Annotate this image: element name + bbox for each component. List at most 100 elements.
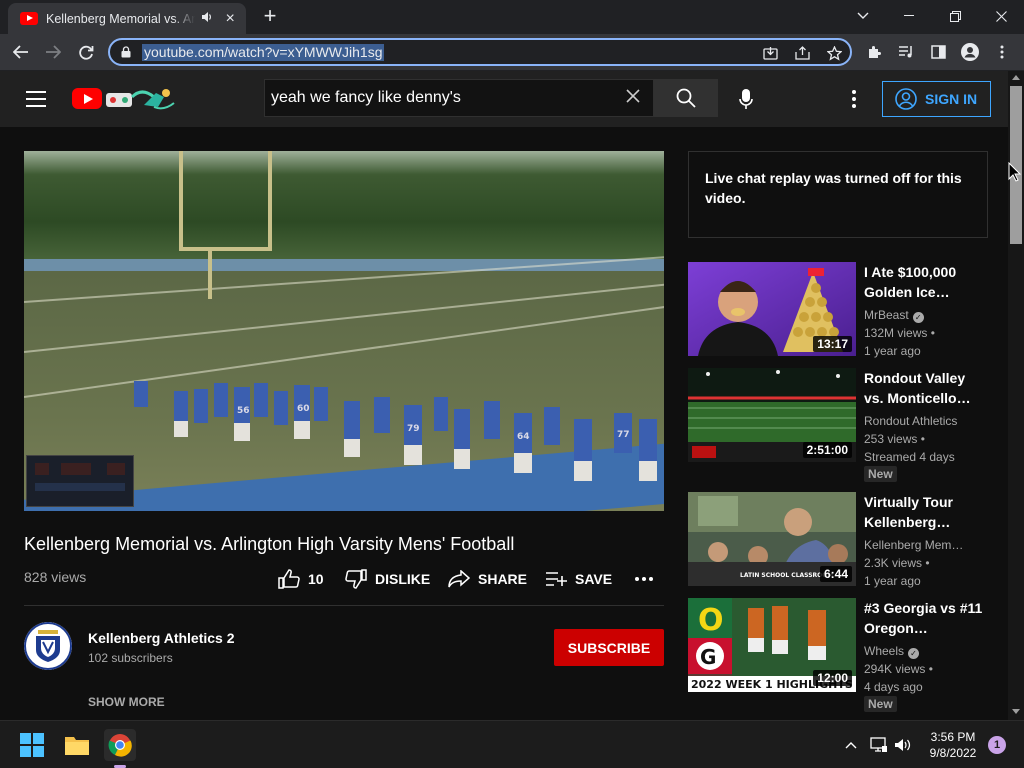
video-duration: 6:44: [819, 566, 852, 582]
dislike-button[interactable]: DISLIKE: [345, 568, 430, 590]
live-chat-message: Live chat replay was turned off for this…: [705, 170, 962, 206]
svg-text:G: G: [700, 645, 716, 669]
goalpost: [268, 151, 272, 249]
recommended-channel[interactable]: MrBeast ✓: [864, 306, 924, 324]
recommended-age: 1 year ago: [864, 344, 921, 358]
recommended-video-title[interactable]: I Ate $100,000 Golden Ice…: [864, 262, 984, 302]
new-tab-button[interactable]: +: [258, 5, 282, 29]
youtube-logo-icon[interactable]: [72, 88, 102, 109]
more-actions-icon[interactable]: [634, 568, 662, 590]
install-app-icon[interactable]: [760, 43, 780, 63]
goalpost: [208, 249, 212, 299]
recommended-video[interactable]: O G 2022 WEEK 1 HIGHLIGHTS 12:00 #3 Geor…: [688, 598, 988, 712]
thumbs-down-icon: [345, 569, 367, 589]
youtube-doodle-icon[interactable]: [104, 85, 178, 111]
video-frame-trees: [24, 151, 664, 269]
video-thumbnail[interactable]: 2:51:00: [688, 368, 856, 462]
close-window-button[interactable]: [978, 0, 1024, 32]
tab-close-icon[interactable]: ×: [222, 10, 238, 28]
like-count: 10: [308, 571, 324, 587]
scroll-up-arrow-icon[interactable]: [1012, 75, 1020, 80]
restore-button[interactable]: [932, 0, 978, 32]
search-input[interactable]: yeah we fancy like denny's: [264, 79, 654, 117]
share-label: SHARE: [478, 571, 528, 587]
microphone-icon: [739, 89, 753, 109]
svg-text:60: 60: [297, 404, 310, 414]
channel-avatar[interactable]: [24, 622, 72, 670]
save-button[interactable]: SAVE: [545, 568, 612, 590]
browser-tab-active[interactable]: Kellenberg Memorial vs. Arlington High V…: [8, 3, 246, 34]
video-duration: 12:00: [813, 670, 852, 686]
profile-avatar-icon[interactable]: [957, 39, 983, 65]
video-thumbnail[interactable]: 13:17: [688, 262, 856, 356]
view-count: 132M views: [864, 326, 928, 340]
tab-search-chevron-icon[interactable]: [840, 0, 886, 32]
recommended-channel[interactable]: Kellenberg Mem…: [864, 536, 963, 554]
windows-start-icon[interactable]: [16, 729, 48, 761]
recommended-channel[interactable]: Rondout Athletics: [864, 412, 957, 430]
video-thumbnail[interactable]: LATIN SCHOOL CLASSROOM 6:44: [688, 492, 856, 586]
tab-title: Kellenberg Memorial vs. Arlington High V…: [46, 11, 195, 26]
chrome-taskbar-icon[interactable]: [104, 729, 136, 761]
search-query-text[interactable]: yeah we fancy like denny's: [271, 89, 461, 107]
view-count: 828 views: [24, 569, 87, 585]
share-page-icon[interactable]: [792, 43, 812, 63]
reload-icon[interactable]: [73, 39, 99, 65]
recommended-video[interactable]: 2:51:00 Rondout Valley vs. Monticello… R…: [688, 368, 988, 482]
url-text[interactable]: youtube.com/watch?v=xYMWWJih1sg: [142, 44, 385, 61]
volume-icon[interactable]: [893, 735, 913, 755]
speaker-icon[interactable]: [199, 11, 215, 26]
search-button[interactable]: [654, 79, 718, 117]
svg-text:64: 64: [517, 432, 530, 442]
minimize-button[interactable]: [886, 0, 932, 32]
channel-name[interactable]: Kellenberg Athletics 2: [88, 630, 235, 646]
show-more-button[interactable]: SHOW MORE: [88, 695, 165, 709]
thumbs-up-icon: [278, 569, 300, 589]
share-button[interactable]: SHARE: [448, 568, 527, 590]
side-panel-icon[interactable]: [925, 39, 951, 65]
hamburger-menu-icon[interactable]: [26, 91, 46, 107]
mouse-cursor-icon: [1008, 162, 1022, 182]
like-button[interactable]: 10: [278, 568, 324, 590]
recommended-video[interactable]: LATIN SCHOOL CLASSROOM 6:44 Virtually To…: [688, 492, 988, 588]
video-thumbnail[interactable]: O G 2022 WEEK 1 HIGHLIGHTS 12:00: [688, 598, 856, 692]
address-bar[interactable]: youtube.com/watch?v=xYMWWJih1sg: [108, 38, 852, 66]
back-arrow-icon[interactable]: [8, 39, 34, 65]
new-badge: New: [864, 696, 897, 712]
settings-more-icon[interactable]: [844, 85, 864, 113]
tray-chevron-up-icon[interactable]: [841, 735, 861, 755]
divider: [24, 605, 664, 606]
file-explorer-icon[interactable]: [61, 729, 93, 761]
svg-text:77: 77: [617, 430, 630, 440]
recommended-video-title[interactable]: Rondout Valley vs. Monticello…: [864, 368, 984, 408]
notification-badge[interactable]: 1: [988, 736, 1006, 754]
chrome-menu-icon[interactable]: [989, 39, 1015, 65]
video-player[interactable]: 56 60 79 64 77: [24, 151, 664, 511]
clock-date: 9/8/2022: [929, 746, 977, 760]
media-control-icon[interactable]: [893, 39, 919, 65]
scroll-down-arrow-icon[interactable]: [1012, 709, 1020, 714]
recommended-age: 1 year ago: [864, 574, 921, 588]
recommended-video[interactable]: 13:17 I Ate $100,000 Golden Ice… MrBeast…: [688, 262, 988, 358]
lock-icon[interactable]: [121, 46, 131, 58]
scoreboard: [26, 455, 134, 507]
svg-text:56: 56: [237, 406, 250, 416]
video-title: Kellenberg Memorial vs. Arlington High V…: [24, 534, 515, 554]
recommended-views: 253 views •: [864, 432, 925, 446]
network-icon[interactable]: [869, 735, 889, 755]
voice-search-button[interactable]: [728, 81, 764, 117]
recommended-video-title[interactable]: #3 Georgia vs #11 Oregon…: [864, 598, 984, 638]
live-chat-notice: Live chat replay was turned off for this…: [688, 151, 988, 238]
sign-in-button[interactable]: SIGN IN: [882, 81, 991, 117]
clear-search-icon[interactable]: [623, 87, 643, 107]
bookmark-star-icon[interactable]: [824, 43, 844, 63]
subscribe-button[interactable]: SUBSCRIBE: [554, 629, 664, 666]
forward-arrow-icon[interactable]: [40, 39, 66, 65]
extensions-puzzle-icon[interactable]: [861, 39, 887, 65]
system-clock[interactable]: 3:56 PM 9/8/2022: [922, 729, 984, 761]
recommended-video-title[interactable]: Virtually Tour Kellenberg…: [864, 492, 984, 532]
recommended-age: 4 days ago: [864, 680, 923, 694]
svg-text:79: 79: [407, 424, 420, 434]
recommended-channel[interactable]: Wheels ✓: [864, 642, 920, 660]
browser-titlebar: Kellenberg Memorial vs. Arlington High V…: [0, 0, 1024, 34]
